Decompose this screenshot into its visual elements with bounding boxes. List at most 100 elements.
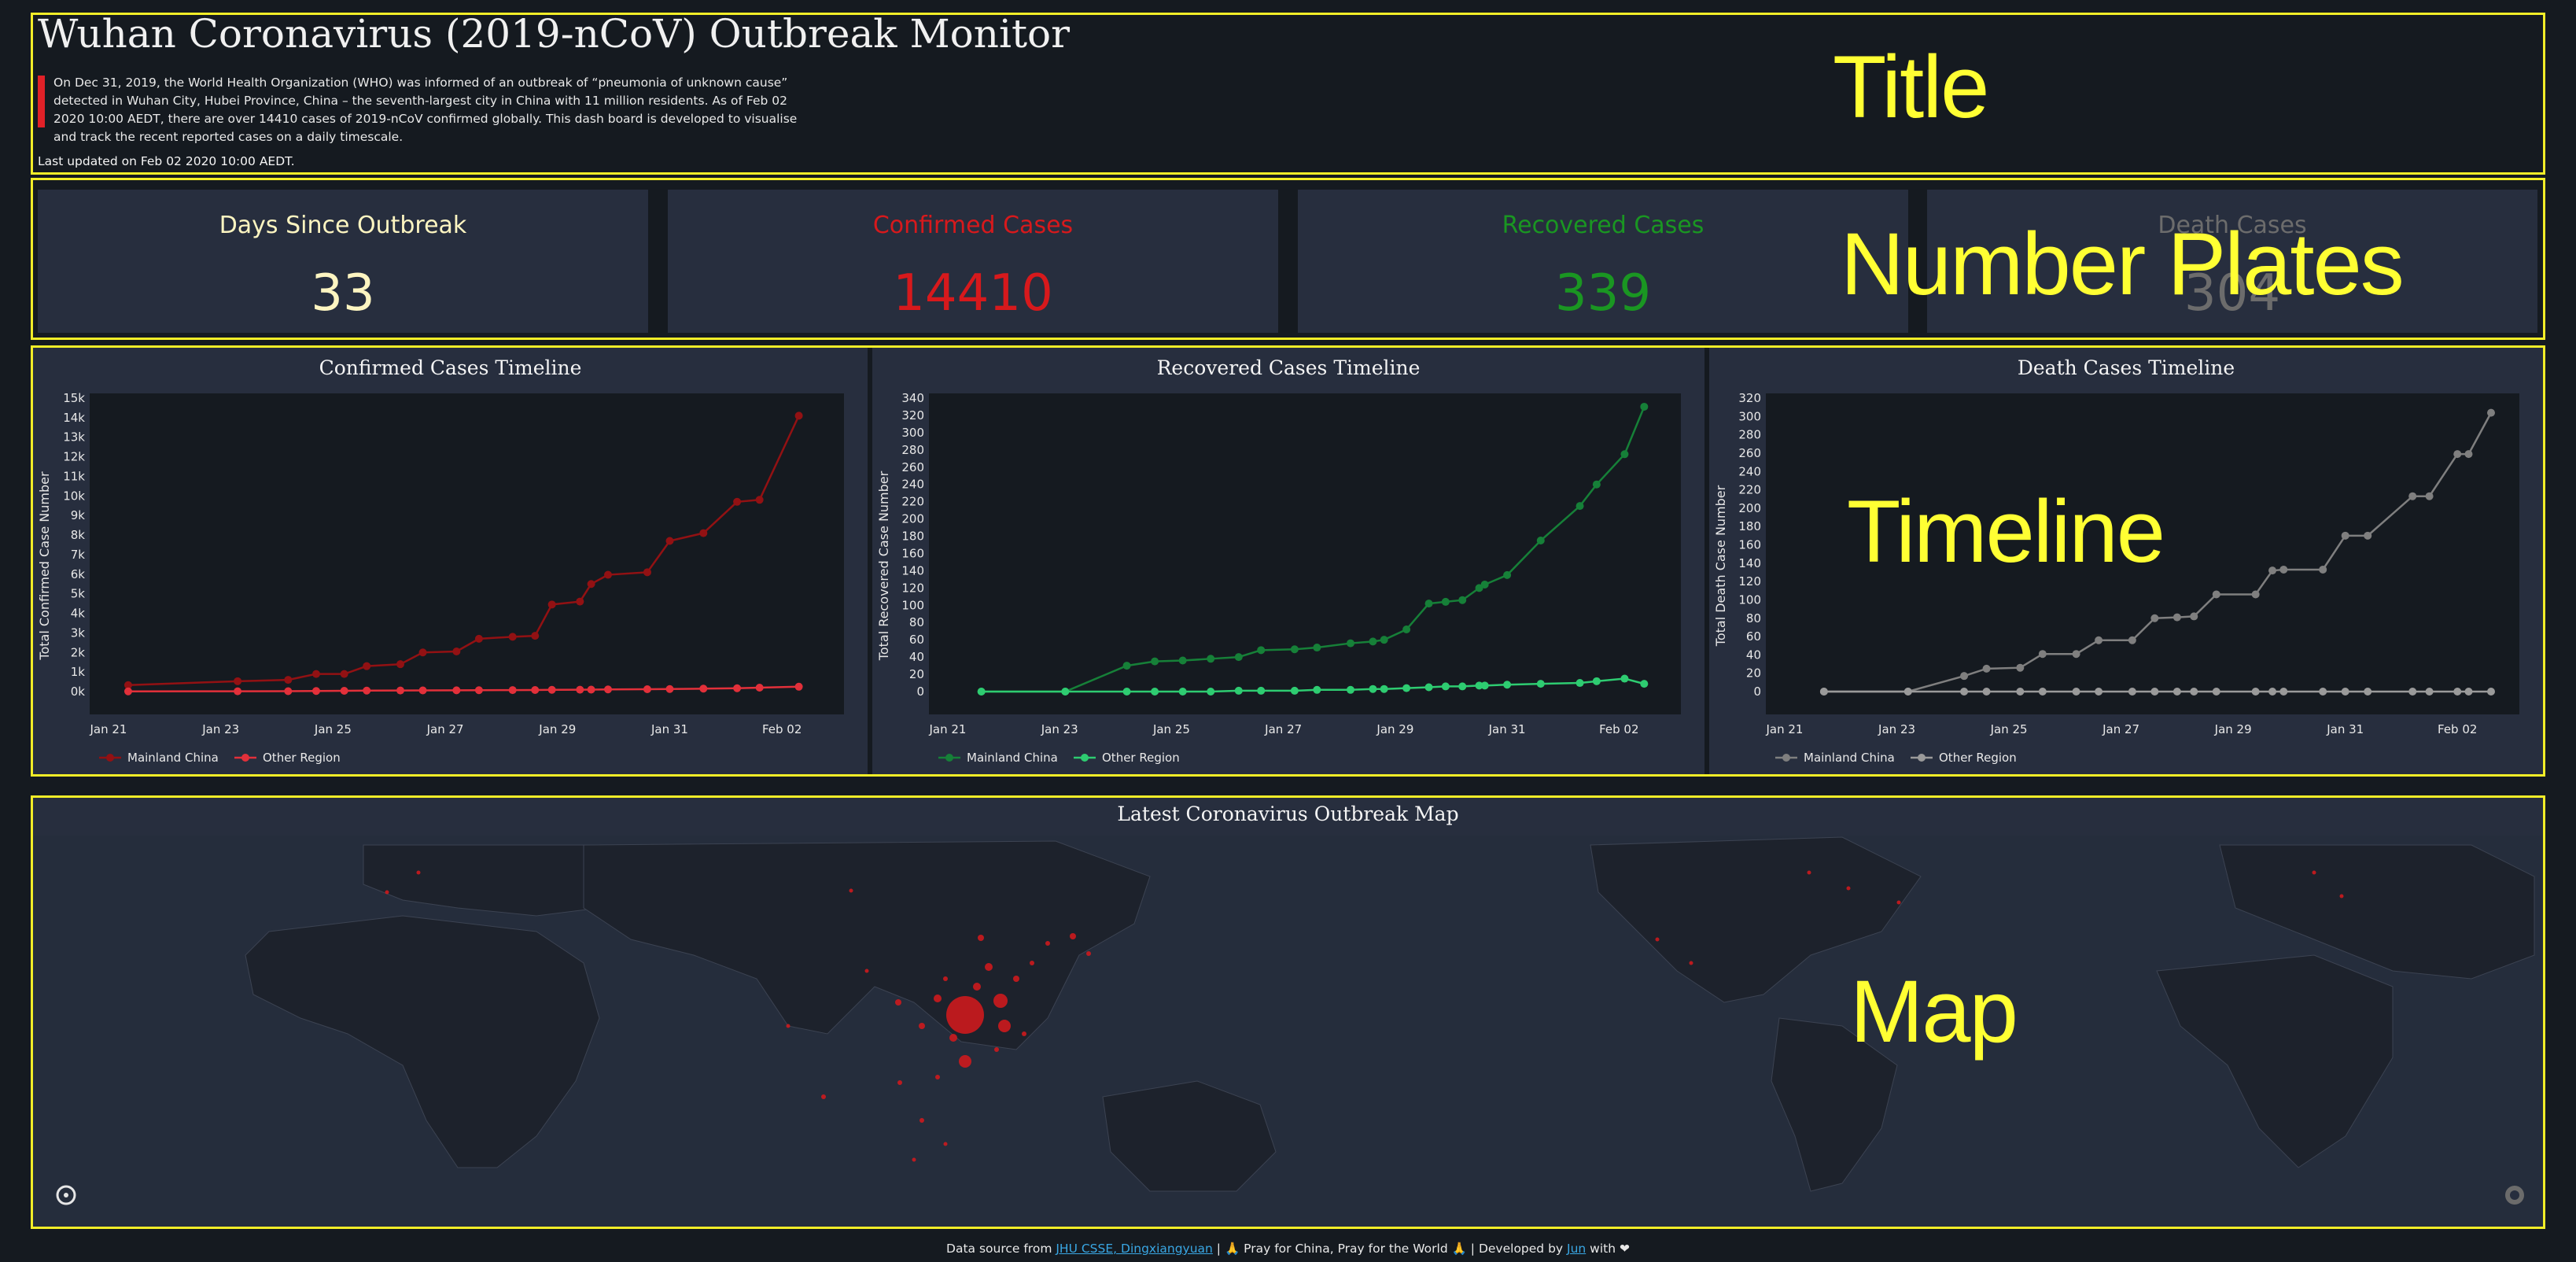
y-tick-label: 2k	[71, 645, 86, 659]
footer: Data source from JHU CSSE, Dingxiangyuan…	[0, 1242, 2576, 1256]
series-point	[2341, 531, 2349, 540]
series-point	[418, 648, 427, 657]
series-point	[1369, 637, 1377, 646]
series-point	[508, 686, 517, 695]
legend-marker	[945, 754, 953, 762]
case-marker	[1689, 961, 1693, 965]
y-tick-label: 60	[1746, 629, 1761, 644]
data-source-link[interactable]: JHU CSSE, Dingxiangyuan	[1056, 1242, 1213, 1256]
series-point	[1424, 683, 1433, 692]
series-point	[2212, 688, 2220, 696]
y-tick-label: 10k	[63, 489, 85, 503]
case-marker	[385, 890, 389, 895]
series-point	[1441, 682, 1450, 691]
series-point	[977, 688, 986, 696]
series-point	[1369, 685, 1377, 693]
series-point	[1982, 688, 1991, 696]
series-point	[2487, 408, 2495, 417]
map-canvas[interactable]	[33, 798, 2543, 1227]
y-tick-label: 260	[901, 460, 924, 474]
y-tick-label: 40	[1746, 648, 1761, 662]
y-tick-label: 140	[1738, 556, 1761, 570]
series-point	[643, 568, 651, 577]
y-tick-label: 0k	[71, 685, 86, 699]
case-marker	[943, 976, 948, 981]
case-marker	[895, 999, 901, 1006]
x-tick-label: Jan 25	[1990, 722, 2028, 736]
x-tick-label: Jan 29	[2214, 722, 2252, 736]
series-point	[396, 686, 405, 695]
series-point	[2128, 636, 2136, 644]
x-tick-label: Jan 27	[1264, 722, 1302, 736]
series-point	[2016, 663, 2025, 672]
info-icon[interactable]	[2505, 1186, 2524, 1205]
series-point	[2016, 688, 2025, 696]
chart-title: Confirmed Cases Timeline	[319, 356, 582, 379]
y-tick-label: 20	[1746, 666, 1761, 681]
y-tick-label: 320	[1738, 391, 1761, 405]
series-point	[1207, 655, 1215, 663]
series-point	[2150, 688, 2159, 696]
series-point	[1178, 656, 1187, 665]
series-point	[2251, 688, 2260, 696]
case-marker	[1655, 937, 1660, 942]
series-point	[1257, 646, 1266, 655]
series-point	[733, 684, 742, 692]
case-marker	[919, 1118, 924, 1123]
plot-area	[90, 393, 844, 714]
legend-label: Mainland China	[127, 751, 219, 765]
series-point	[1819, 688, 1828, 696]
series-point	[1402, 684, 1411, 692]
y-tick-label: 0	[1753, 685, 1761, 699]
y-tick-label: 40	[909, 650, 924, 664]
series-point	[2341, 688, 2349, 696]
series-point	[1151, 688, 1159, 696]
series-point	[604, 685, 613, 694]
y-tick-label: 120	[901, 581, 924, 595]
series-point	[1313, 644, 1321, 652]
series-point	[733, 497, 742, 506]
series-point	[1982, 664, 1991, 673]
series-point	[340, 670, 348, 678]
series-point	[2408, 688, 2417, 696]
series-point	[2128, 688, 2136, 696]
series-point	[1347, 639, 1354, 648]
y-tick-label: 200	[1738, 501, 1761, 515]
page-title: Wuhan Coronavirus (2019-nCoV) Outbreak M…	[38, 11, 1071, 57]
plate-label: Death Cases	[2158, 212, 2307, 239]
case-marker	[1022, 1031, 1026, 1036]
series-point	[1347, 685, 1354, 694]
legend-marker	[106, 754, 114, 762]
case-marker	[416, 870, 421, 875]
x-tick-label: Jan 31	[2326, 722, 2364, 736]
case-marker	[1896, 900, 1901, 905]
x-tick-label: Jan 31	[1488, 722, 1526, 736]
plate-label: Confirmed Cases	[872, 212, 1074, 239]
y-tick-label: 100	[1738, 592, 1761, 607]
series-point	[1960, 688, 1969, 696]
author-link[interactable]: Jun	[1567, 1242, 1586, 1256]
series-point	[1592, 480, 1601, 489]
y-tick-label: 15k	[63, 391, 85, 405]
case-marker	[998, 1020, 1011, 1032]
series-point	[474, 634, 483, 643]
series-point	[418, 686, 427, 695]
series-point	[2464, 688, 2473, 696]
series-point	[1290, 645, 1299, 654]
series-point	[2150, 614, 2159, 622]
series-point	[1575, 502, 1584, 511]
case-marker	[935, 1075, 940, 1079]
series-point	[1503, 681, 1512, 689]
outbreak-map[interactable]: Latest Coronavirus Outbreak Map	[33, 798, 2543, 1227]
y-tick-label: 120	[1738, 574, 1761, 589]
plate-value: 14410	[893, 264, 1053, 323]
series-point	[2190, 612, 2198, 621]
case-marker	[786, 1024, 790, 1028]
case-marker	[897, 1080, 902, 1085]
series-point	[2364, 531, 2372, 540]
case-marker	[1030, 961, 1034, 965]
last-updated-text: Last updated on Feb 02 2020 10:00 AEDT.	[38, 154, 295, 168]
case-marker	[864, 969, 869, 973]
series-point	[2279, 688, 2288, 696]
series-point	[1234, 686, 1243, 695]
